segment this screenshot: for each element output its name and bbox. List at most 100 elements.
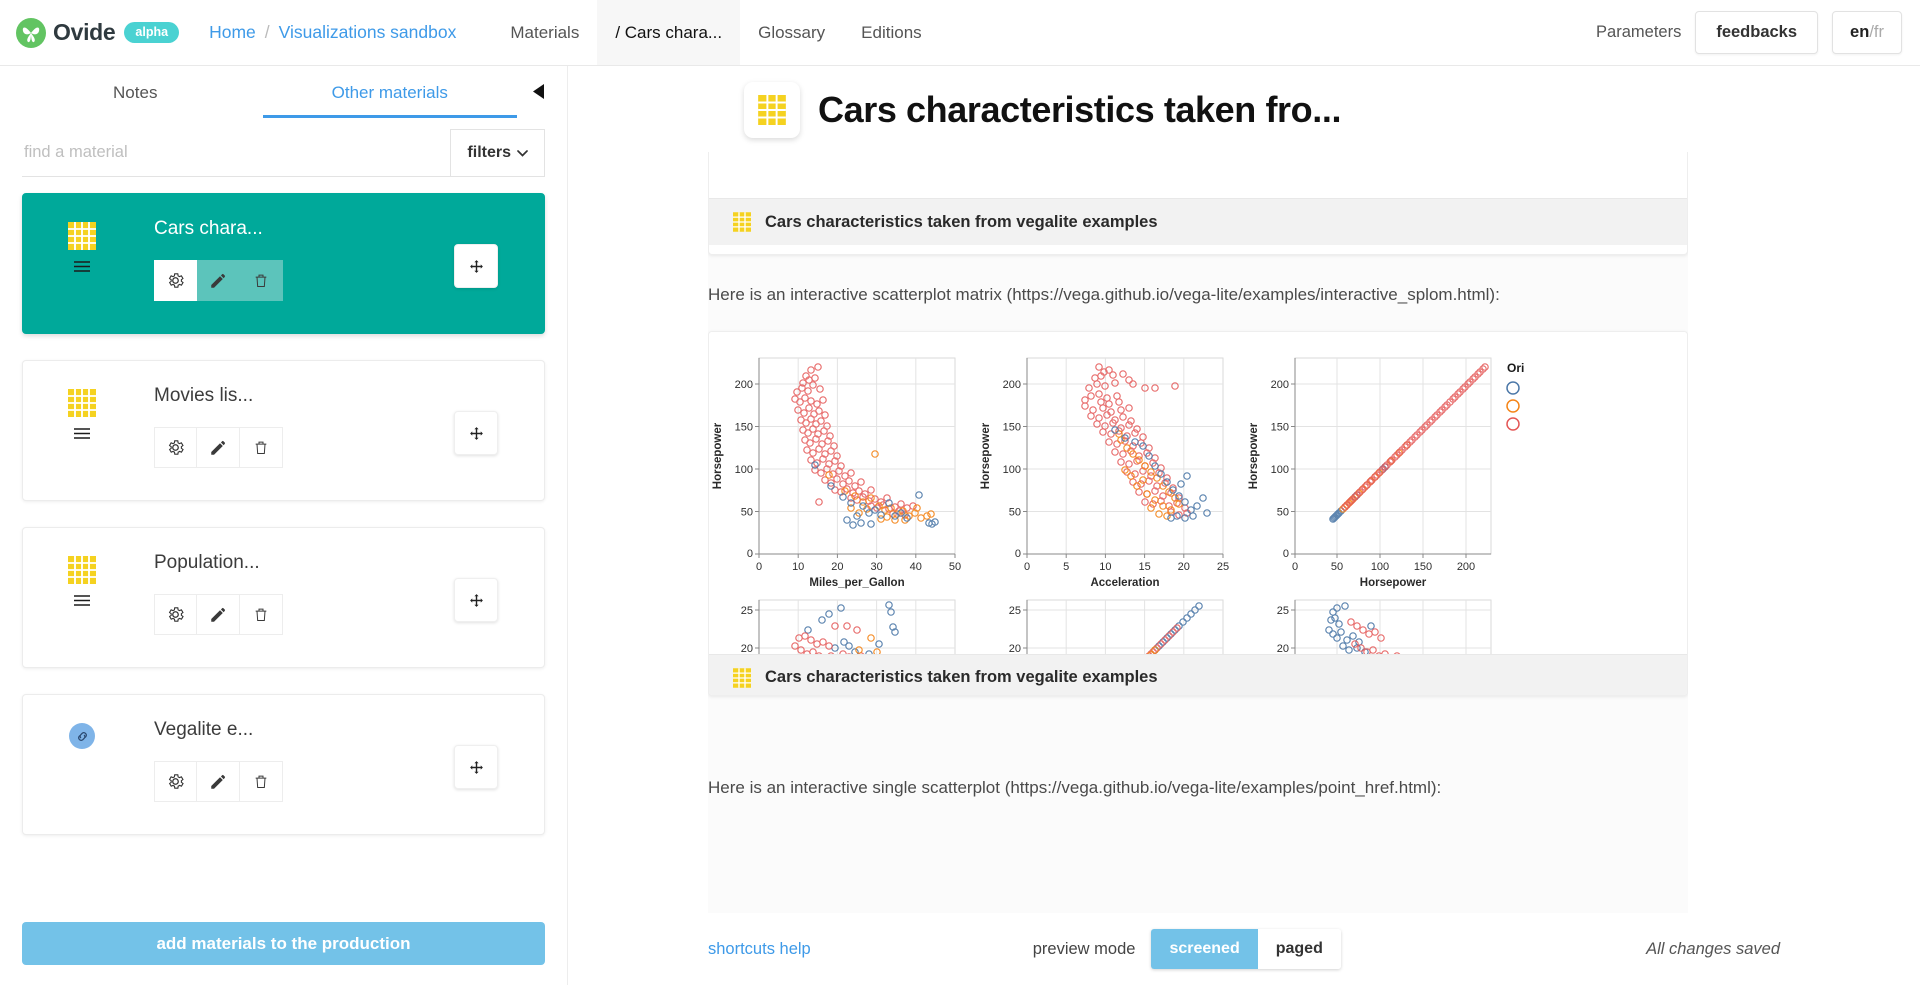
block-caption: Cars characteristics taken from vegalite… [709, 198, 1687, 245]
svg-text:100: 100 [735, 464, 753, 476]
svg-text:20: 20 [1178, 561, 1190, 573]
svg-text:50: 50 [1277, 506, 1289, 518]
edit-button[interactable] [197, 594, 240, 635]
settings-button[interactable] [154, 427, 197, 468]
language-en[interactable]: en [1850, 23, 1869, 41]
material-card-vegalite-example[interactable]: Vegalite e... [22, 694, 545, 835]
edit-button[interactable] [197, 260, 240, 301]
parameters-link[interactable]: Parameters [1596, 23, 1681, 42]
trash-icon [255, 608, 267, 621]
nav-item-glossary[interactable]: Glossary [740, 0, 843, 65]
panel-acceleration-vs-acceleration: 25 20 [1009, 599, 1224, 654]
move-handle-icon [469, 426, 483, 440]
grid-table-icon [733, 212, 751, 232]
content-block-splom[interactable]: 200 150 100 50 0 Horsepower 0 10 20 30 4… [708, 330, 1688, 696]
gear-icon [168, 440, 184, 455]
move-handle-button[interactable] [454, 578, 498, 622]
breadcrumb-home[interactable]: Home [209, 22, 256, 43]
edit-button[interactable] [197, 427, 240, 468]
tab-notes[interactable]: Notes [8, 69, 263, 118]
card-actions [154, 761, 283, 802]
feedbacks-button[interactable]: feedbacks [1695, 11, 1819, 54]
delete-button[interactable] [240, 594, 283, 635]
gear-icon [168, 607, 184, 622]
document-scroll-area[interactable]: Cars characteristics taken from vegalite… [708, 152, 1688, 913]
breadcrumb: Home / Visualizations sandbox [209, 0, 456, 65]
alpha-badge: alpha [124, 22, 180, 43]
drag-handle-icon[interactable] [73, 260, 91, 273]
search-input[interactable] [22, 129, 451, 176]
page-title: Cars characteristics taken fro... [818, 89, 1342, 130]
move-handle-button[interactable] [454, 411, 498, 455]
move-handle-button[interactable] [454, 745, 498, 789]
svg-text:20: 20 [1009, 643, 1021, 654]
top-bar: Ovide alpha Home / Visualizations sandbo… [0, 0, 1920, 66]
material-card-population[interactable]: Population... [22, 527, 545, 668]
top-right-actions: Parameters feedbacks en/fr [1596, 0, 1920, 65]
drag-handle-icon[interactable] [73, 594, 91, 607]
svg-text:25: 25 [1009, 605, 1021, 617]
gear-icon [168, 774, 184, 789]
material-card-list: Cars chara... Movies lis... Population..… [0, 177, 567, 916]
svg-text:25: 25 [741, 605, 753, 617]
language-switch[interactable]: en/fr [1832, 11, 1902, 54]
svg-text:Horsepower: Horsepower [980, 422, 992, 489]
svg-text:150: 150 [1414, 561, 1432, 573]
add-materials-button[interactable]: add materials to the production [22, 922, 545, 965]
settings-button[interactable] [154, 594, 197, 635]
splom-svg: 200150 100500 Horsepower 0 10 20 30 40 5… [712, 357, 1524, 654]
move-handle-icon [469, 259, 483, 273]
paragraph-splom: Here is an interactive scatterplot matri… [708, 285, 1500, 304]
svg-text:0: 0 [747, 548, 753, 560]
settings-button[interactable] [154, 260, 197, 301]
svg-text:200: 200 [1457, 561, 1475, 573]
material-card-movies-list[interactable]: Movies lis... [22, 360, 545, 501]
vega-splom-chart[interactable]: 200 150 100 50 0 Horsepower 0 10 20 30 4… [709, 331, 1687, 654]
svg-text:0: 0 [756, 561, 762, 573]
svg-text:Miles_per_Gallon: Miles_per_Gallon [809, 577, 904, 589]
language-fr[interactable]: fr [1874, 23, 1884, 41]
preview-mode-group: preview mode screened paged [1033, 929, 1341, 969]
material-card-cars-characteristics[interactable]: Cars chara... [22, 193, 545, 334]
svg-text:50: 50 [741, 506, 753, 518]
trash-icon [255, 441, 267, 454]
content-block-top[interactable]: Cars characteristics taken from vegalite… [708, 152, 1688, 255]
nav-item-materials[interactable]: Materials [492, 0, 597, 65]
svg-text:0: 0 [1024, 561, 1030, 573]
grid-table-icon [68, 222, 96, 250]
card-title: Population... [154, 552, 260, 573]
card-title: Cars chara... [154, 218, 263, 239]
collapse-left-arrow-icon[interactable] [517, 83, 559, 104]
drag-handle-icon[interactable] [73, 427, 91, 440]
delete-button[interactable] [240, 761, 283, 802]
filters-button[interactable]: filters [450, 129, 545, 176]
breadcrumb-project[interactable]: Visualizations sandbox [279, 22, 457, 43]
delete-button[interactable] [240, 260, 283, 301]
move-handle-button[interactable] [454, 244, 498, 288]
svg-text:10: 10 [792, 561, 804, 573]
svg-text:200: 200 [1271, 379, 1289, 391]
svg-text:150: 150 [1003, 421, 1021, 433]
paragraph-single-scatterplot: Here is an interactive single scatterplo… [708, 777, 1442, 797]
card-title: Movies lis... [154, 385, 254, 406]
card-icon-column [61, 556, 103, 607]
svg-text:5: 5 [1063, 561, 1069, 573]
tab-other-materials[interactable]: Other materials [262, 69, 517, 118]
edit-button[interactable] [197, 761, 240, 802]
brand[interactable]: Ovide alpha [0, 0, 180, 65]
delete-button[interactable] [240, 427, 283, 468]
preview-mode-paged[interactable]: paged [1257, 929, 1341, 969]
svg-text:20: 20 [1277, 643, 1289, 654]
card-icon-column [61, 723, 103, 749]
block-caption-label: Cars characteristics taken from vegalite… [765, 668, 1158, 687]
panel-horsepower-vs-mpg: 200150 100500 Horsepower 0 10 20 30 40 5… [712, 357, 961, 589]
card-icon-column [61, 222, 103, 273]
move-handle-icon [469, 760, 483, 774]
nav-item-editions[interactable]: Editions [843, 0, 939, 65]
card-actions [154, 594, 283, 635]
settings-button[interactable] [154, 761, 197, 802]
nav-item-cars-characteristics[interactable]: / Cars chara... [597, 0, 741, 65]
preview-mode-screened[interactable]: screened [1151, 929, 1258, 969]
shortcuts-help-link[interactable]: shortcuts help [708, 940, 811, 959]
preview-mode-toggle: screened paged [1151, 929, 1341, 969]
